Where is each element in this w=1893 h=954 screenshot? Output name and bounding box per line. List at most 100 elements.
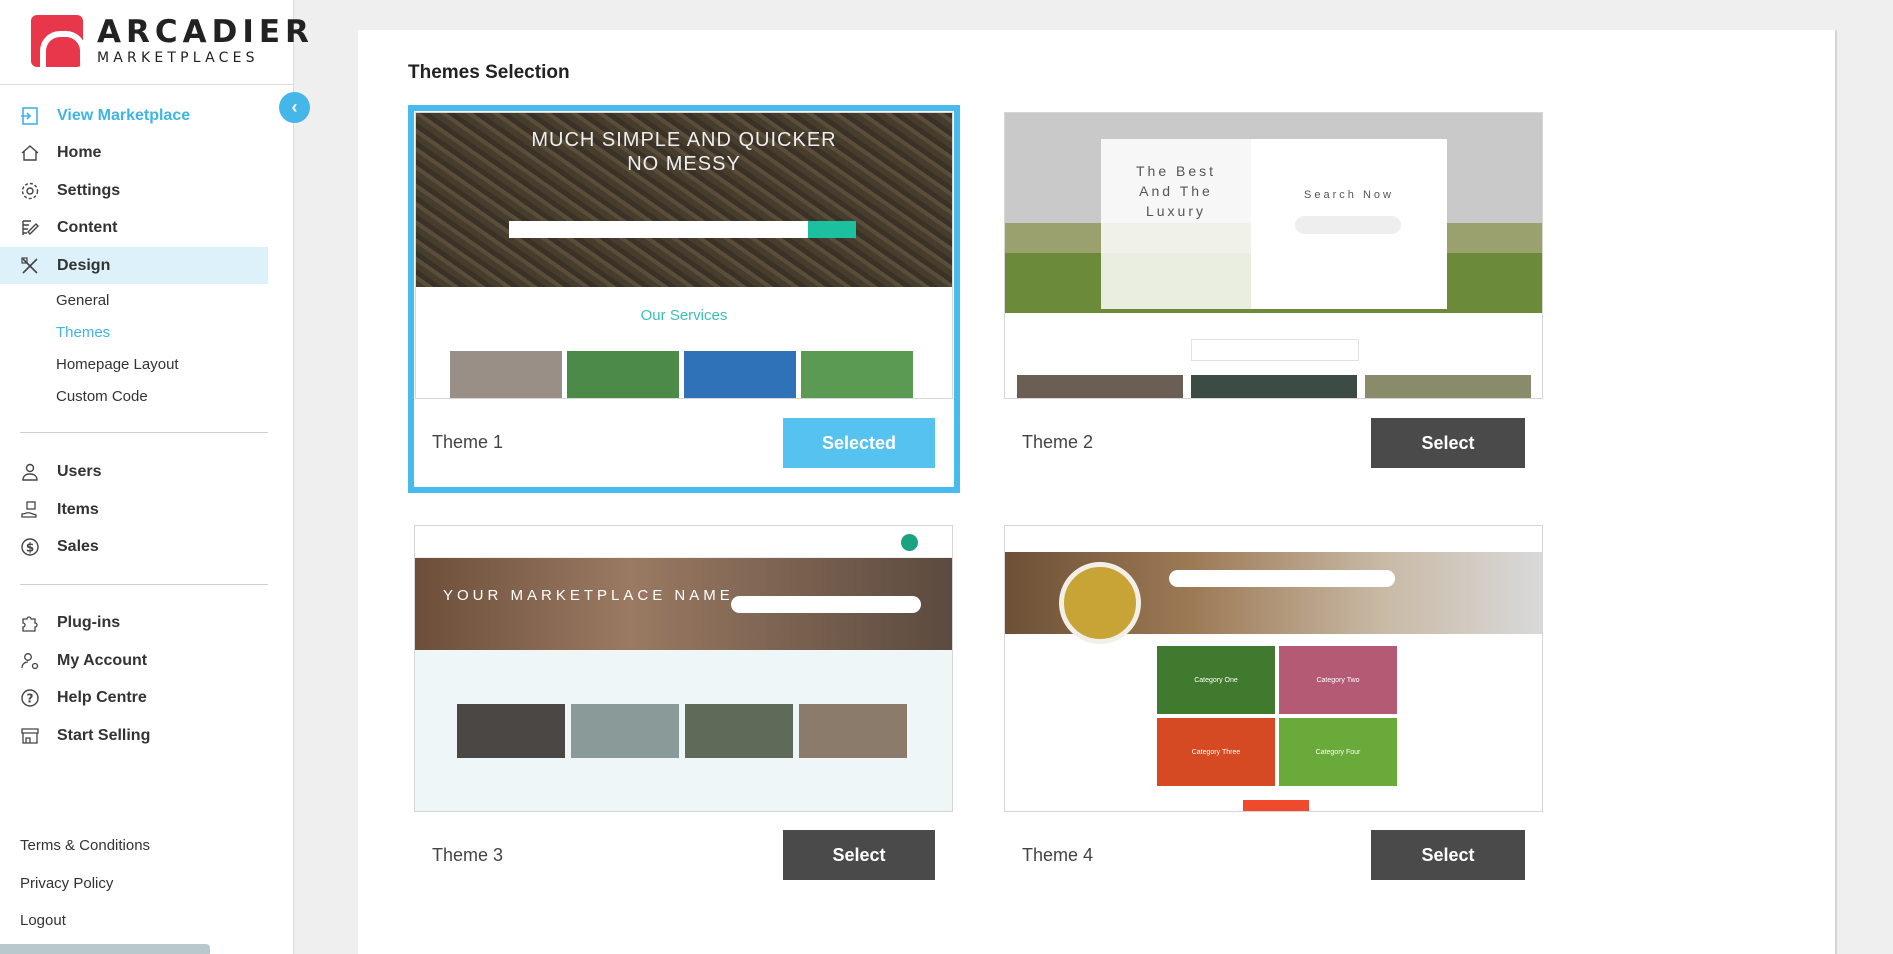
theme-1-preview[interactable]: MUCH SIMPLE AND QUICKER NO MESSY Our Ser… (415, 112, 953, 399)
theme-2-select-button[interactable]: Select (1371, 418, 1525, 468)
preview-image (1365, 375, 1531, 398)
sub-themes[interactable]: Themes (56, 324, 110, 341)
preview-tile: Category One (1157, 646, 1275, 714)
preview-image (457, 704, 565, 758)
nav-label: Start Selling (57, 726, 151, 744)
preview-tagline: Luxury (1145, 203, 1207, 219)
content-edit-icon (19, 217, 41, 239)
theme-name: Theme 2 (1022, 432, 1094, 452)
logo-divider (0, 84, 294, 85)
theme-4-preview[interactable]: Category One Category Two Category Three… (1004, 525, 1543, 812)
logo-tagline: MARKETPLACES (97, 50, 259, 66)
preview-title: YOUR MARKETPLACE NAME (443, 587, 734, 604)
terms-link[interactable]: Terms & Conditions (20, 837, 150, 854)
theme-4-select-button[interactable]: Select (1371, 830, 1525, 880)
preview-image (684, 351, 796, 398)
preview-tagline-box: The Best And The Luxury (1101, 139, 1251, 309)
preview-search-button (808, 221, 856, 238)
nav-design[interactable]: Design (0, 247, 268, 284)
logo-text: ARCADIER MARKETPLACES (97, 14, 314, 66)
theme-3-preview[interactable]: YOUR MARKETPLACE NAME (414, 525, 953, 812)
sub-homepage-layout[interactable]: Homepage Layout (56, 356, 179, 373)
question-icon: ? (19, 687, 41, 709)
nav-sales[interactable]: $ Sales (0, 528, 268, 565)
theme-name: Theme 4 (1022, 845, 1094, 865)
theme-name: Theme 1 (432, 432, 504, 452)
nav-label: Plug-ins (57, 613, 121, 631)
theme-1-selected-button[interactable]: Selected (783, 418, 935, 468)
arcadier-logo-mark (31, 15, 83, 67)
preview-image (450, 351, 562, 398)
nav-plug-ins[interactable]: Plug-ins (0, 604, 268, 641)
hand-box-icon (19, 499, 41, 521)
preview-search (509, 221, 839, 238)
nav-divider (20, 584, 268, 585)
user-gear-icon (19, 650, 41, 672)
preview-tile: Category Four (1279, 718, 1397, 786)
svg-text:?: ? (27, 691, 34, 705)
preview-cup (1059, 562, 1141, 644)
svg-text:$: $ (26, 540, 34, 554)
nav-help-centre[interactable]: ? Help Centre (0, 679, 268, 716)
preview-image (571, 704, 679, 758)
nav-label: Help Centre (57, 688, 147, 706)
nav-content[interactable]: Content (0, 209, 268, 246)
preview-services: Our Services (640, 307, 728, 324)
sidebar: ARCADIER MARKETPLACES View Marketplace H… (0, 0, 309, 954)
preview-search (731, 596, 921, 613)
nav-label: Users (57, 462, 102, 480)
nav-settings[interactable]: Settings (0, 172, 268, 209)
nav-label: Sales (57, 537, 99, 555)
dollar-icon: $ (19, 536, 41, 558)
preview-image (801, 351, 913, 398)
nav-start-selling[interactable]: Start Selling (0, 717, 268, 754)
nav-label: View Marketplace (57, 106, 191, 124)
preview-image (685, 704, 793, 758)
nav-label: My Account (57, 651, 148, 669)
privacy-link[interactable]: Privacy Policy (20, 875, 113, 892)
logout-link[interactable]: Logout (20, 912, 66, 929)
nav-divider (20, 432, 268, 433)
preview-tile: Category Three (1157, 718, 1275, 786)
preview-image (799, 704, 907, 758)
theme-3-select-button[interactable]: Select (783, 830, 935, 880)
sub-custom-code[interactable]: Custom Code (56, 388, 148, 405)
home-icon (19, 142, 41, 164)
status-bar (0, 944, 210, 954)
nav-label: Design (57, 256, 111, 274)
theme-name: Theme 3 (432, 845, 504, 865)
nav-items[interactable]: Items (0, 491, 268, 528)
preview-tagline: The Best (1135, 163, 1217, 179)
nav-users[interactable]: Users (0, 453, 268, 490)
nav-label: Home (57, 143, 102, 161)
user-icon (19, 461, 41, 483)
preview-image (567, 351, 679, 398)
preview-tagline: And The (1139, 183, 1213, 199)
storefront-icon (19, 725, 41, 747)
scroll-edge (1835, 30, 1837, 954)
puzzle-icon (19, 612, 41, 634)
design-tools-icon (19, 255, 41, 277)
nav-label: Items (57, 500, 99, 518)
sub-general[interactable]: General (56, 292, 109, 309)
nav-home[interactable]: Home (0, 134, 268, 171)
preview-headline: MUCH SIMPLE AND QUICKER (531, 129, 837, 151)
preview-nav (415, 526, 952, 558)
logo-wordmark: ARCADIER (97, 14, 314, 50)
preview-search (1169, 570, 1395, 587)
nav-label: Content (57, 218, 118, 236)
nav-my-account[interactable]: My Account (0, 642, 268, 679)
theme-2-preview[interactable]: The Best And The Luxury Search Now (1004, 112, 1543, 399)
nav-label: Settings (57, 181, 121, 199)
nav-view-marketplace[interactable]: View Marketplace (0, 97, 268, 134)
preview-headline: NO MESSY (627, 153, 741, 175)
arcadier-logo[interactable]: ARCADIER MARKETPLACES (31, 14, 314, 68)
preview-search (1295, 216, 1401, 234)
preview-tile: Category Two (1279, 646, 1397, 714)
collapse-sidebar-button[interactable]: ‹ (279, 92, 310, 123)
preview-image (1017, 375, 1183, 398)
chevron-left-icon: ‹ (291, 97, 298, 117)
preview-avatar (901, 534, 918, 551)
preview-image (1191, 375, 1357, 398)
gear-icon (19, 180, 41, 202)
